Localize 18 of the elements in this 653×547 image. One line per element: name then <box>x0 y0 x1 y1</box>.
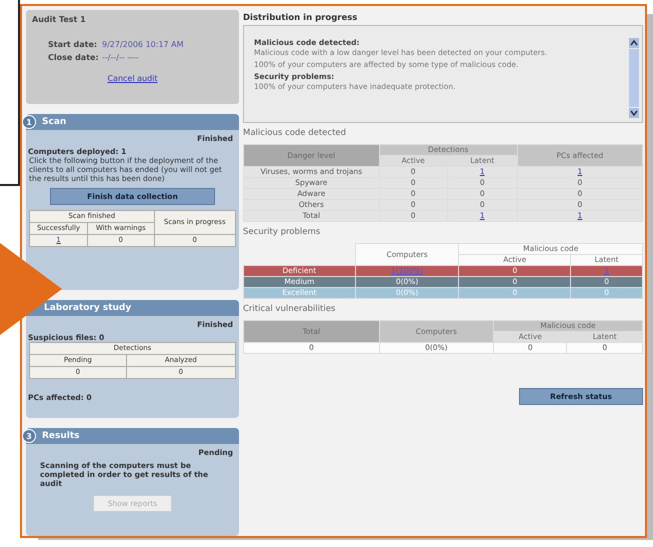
step-number: 1 <box>22 115 36 130</box>
date-value: 9/27/2006 10:17 AM <box>102 39 184 51</box>
step-number: 3 <box>22 429 36 444</box>
section-title: Malicious code detected <box>243 128 348 138</box>
scroll-up-icon[interactable] <box>629 38 639 48</box>
date-label: Start date: <box>48 39 98 51</box>
date-label: Close date: <box>48 52 100 64</box>
scroll-down-icon[interactable] <box>629 108 639 118</box>
step-title: Laboratory study <box>44 302 132 313</box>
section-title: Security problems <box>243 227 322 237</box>
section-title: Distribution in progress <box>243 13 358 23</box>
cancel-link[interactable]: Cancel audit <box>32 74 233 83</box>
scrollbar[interactable] <box>629 38 639 118</box>
date-value: --/--/-- ---- <box>102 52 139 64</box>
audit-title: Audit Test 1 <box>32 15 87 24</box>
step-title: Scan <box>42 117 66 128</box>
section-title: Critical vulnerabilities <box>243 304 336 314</box>
step-title: Results <box>42 431 80 442</box>
